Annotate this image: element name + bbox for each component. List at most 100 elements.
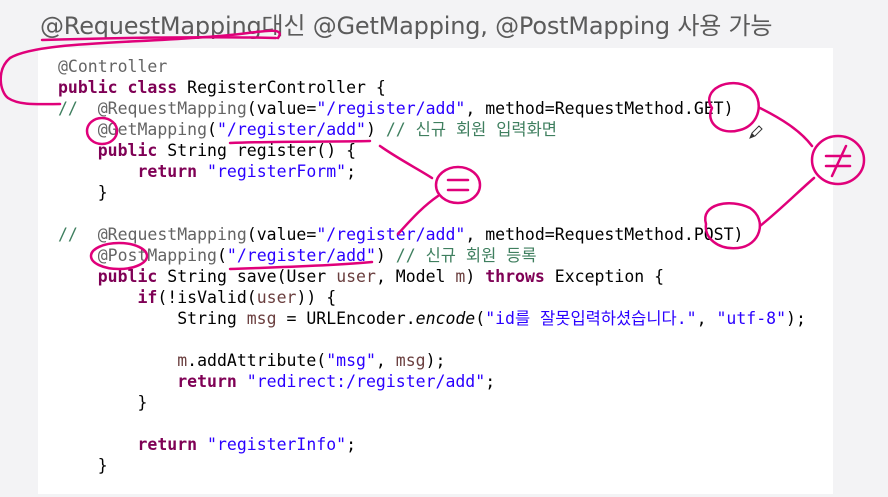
code-block: @Controller public class RegisterControll… [58,56,806,476]
code-token: , method=RequestMethod. [465,99,694,118]
code-line: } [58,392,806,413]
code-token: ( [475,309,486,328]
code-token: public [97,267,168,286]
code-token: "registerInfo" [207,435,347,454]
code-token: (value= [246,99,317,118]
code-token: ); [786,309,806,328]
code-token: user [336,267,376,286]
code-token: @PostMapping [97,246,217,265]
code-token: String [58,309,247,328]
code-line: @PostMapping("/register/add") // 신규 회원 등… [58,245,806,266]
code-token: @RequestMapping [97,99,247,118]
notequal-slash-mark [830,144,848,178]
code-line: return "registerInfo"; [58,434,806,455]
code-token: .addAttribute( [187,351,327,370]
code-token: RegisterController { [187,78,386,97]
code-token: msg [395,351,426,370]
code-token: ; [485,372,496,391]
code-token: , Model [375,267,456,286]
code-line: // @RequestMapping(value="/register/add"… [58,224,806,245]
code-token: String register() { [167,141,357,160]
code-token: @RequestMapping [97,225,247,244]
code-token: , method=RequestMethod. [465,225,694,244]
code-token: throws [485,267,555,286]
code-token: , [375,351,396,370]
code-line: // @RequestMapping(value="/register/add"… [58,98,806,119]
code-line: public class RegisterController { [58,77,806,98]
code-token: public class [58,78,188,97]
code-line: m.addAttribute("msg", msg); [58,350,806,371]
code-token: if [137,288,158,307]
code-token: (!isValid( [157,288,257,307]
code-line: } [58,455,806,476]
code-panel: @Controller public class RegisterControll… [38,48,833,494]
code-token: ( [207,120,217,139]
code-token: ) [375,246,396,265]
code-token: return [137,435,208,454]
code-token: Exception { [554,267,665,286]
code-token: )) { [296,288,337,307]
code-token: ; [346,162,357,181]
code-token: } [58,456,108,475]
code-token: m [455,267,466,286]
code-token: = URLEncoder. [276,309,416,328]
code-line: @Controller [58,56,806,77]
code-token: public [97,141,168,160]
code-token: String save(User [167,267,337,286]
code-line: if(!isValid(user)) { [58,287,806,308]
code-line: @GetMapping("/register/add") // 신규 회원 입력… [58,119,806,140]
title-part-rest: 대신 @GetMapping, @PostMapping 사용 가능 [261,12,773,40]
code-token: return [177,372,247,391]
code-token: @GetMapping [97,120,208,139]
code-token: // [58,225,98,244]
code-token: "/register/add" [316,225,466,244]
code-line: String msg = URLEncoder.encode("id를 잘못입력… [58,308,806,329]
code-token: // [58,99,98,118]
code-line: } [58,182,806,203]
code-token: "msg" [326,351,376,370]
code-token: msg [246,309,277,328]
code-token: ( [216,246,227,265]
code-token: m [177,351,188,370]
code-token: // 신규 회원 입력화면 [385,120,557,139]
code-token: @Controller [58,57,168,76]
code-token: ); [425,351,446,370]
pencil-cursor-icon [749,125,763,139]
code-token: return [137,162,208,181]
code-token: (value= [246,225,317,244]
title-part-request-mapping: @RequestMapping [40,12,262,40]
code-token: "/register/add" [226,246,376,265]
code-token: ) [465,267,486,286]
code-line: public String save(User user, Model m) t… [58,266,806,287]
code-token: GET) [693,99,734,118]
code-line: public String register() { [58,140,806,161]
code-token: "registerForm" [207,162,347,181]
code-token: user [256,288,297,307]
code-token: POST) [693,225,744,244]
code-token: "/register/add" [316,99,466,118]
code-token: ; [346,435,357,454]
code-token: ) [365,120,386,139]
code-token: "utf-8" [716,309,787,328]
code-line: return "redirect:/register/add"; [58,371,806,392]
slide-title: @RequestMapping대신 @GetMapping, @PostMapp… [40,6,773,41]
code-line: return "registerForm"; [58,161,806,182]
code-token: // 신규 회원 등록 [395,246,537,265]
code-token: "redirect:/register/add" [246,372,486,391]
code-token: "/register/add" [216,120,366,139]
code-token: } [58,393,148,412]
code-token: , [696,309,717,328]
code-token: "id를 잘못입력하셨습니다." [485,309,697,328]
